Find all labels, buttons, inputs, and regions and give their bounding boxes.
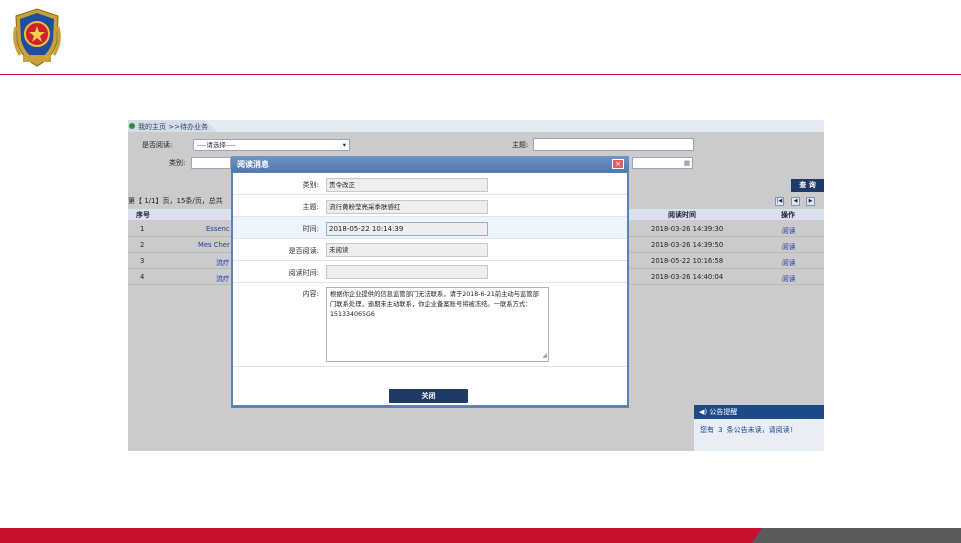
subject-label: 主题: [302, 203, 319, 211]
subject-filter-input[interactable] [533, 138, 694, 151]
content-text: 根据你企业提供的信息监管部门无法联系，请于2018-6-21前主动与监管部门联系… [330, 291, 539, 318]
prev-page-icon[interactable]: ◀ [791, 197, 800, 206]
row-read-link[interactable]: 阅读 [782, 273, 796, 283]
subject-value: 流行黄粉莹亮采季肤感红 [326, 200, 488, 214]
dialog-title-bar: 阅读消息 × [231, 156, 629, 172]
row-read-time: 2018-03-26 14:39:50 [651, 241, 724, 249]
row-index: 4 [140, 273, 145, 281]
row-read-link[interactable]: 阅读 [782, 241, 796, 251]
read-status-label: 是否阅读: [288, 247, 319, 255]
field-row-content: 内容: 根据你企业提供的信息监管部门无法联系，请于2018-6-21前主动与监管… [233, 283, 627, 367]
read-message-dialog: 阅读消息 × 类别: 责令改正 主题: 流行黄粉莹亮采季肤感红 时间: 2018… [231, 156, 629, 408]
category-filter-input[interactable] [191, 157, 231, 169]
speaker-icon: ◀) [699, 408, 708, 416]
field-row-time: 时间: 2018-05-22 10:14:39 [233, 217, 627, 239]
breadcrumb[interactable]: 我的主页 >>待办业务 [138, 122, 208, 132]
read-filter-label: 是否阅读: [142, 141, 173, 149]
breadcrumb-bar: 我的主页 >>待办业务 [128, 120, 824, 132]
notice-header: ◀) 公告提醒 [694, 405, 824, 419]
read-time-label: 阅读时间: [288, 269, 319, 277]
first-page-icon[interactable]: |◀ [775, 197, 784, 206]
row-read-link[interactable]: 阅读 [782, 225, 796, 235]
read-filter-value: ----请选择---- [197, 141, 236, 149]
col-action: 操作 [781, 211, 795, 219]
row-read-time: 2018-03-26 14:40:04 [651, 273, 724, 281]
field-row-read-time: 阅读时间: [233, 261, 627, 283]
subject-filter-label: 主题: [512, 141, 529, 149]
field-row-subject: 主题: 流行黄粉莹亮采季肤感红 [233, 195, 627, 217]
filter-picker-input[interactable]: ▦ [632, 157, 693, 169]
row-read-time: 2018-03-26 14:39:30 [651, 225, 724, 233]
notice-popup: ◀) 公告提醒 您有 3 条公告未读，请阅读! [694, 405, 824, 451]
row-read-link[interactable]: 阅读 [782, 257, 796, 267]
next-page-icon[interactable]: ▶ [806, 197, 815, 206]
row-index: 3 [140, 257, 145, 265]
footer-accent [752, 528, 961, 543]
category-label: 类别: [302, 181, 319, 189]
row-index: 2 [140, 241, 145, 249]
row-read-time: 2018-05-22 10:16:58 [651, 257, 724, 265]
home-icon [129, 123, 135, 129]
col-read-time: 阅读时间 [668, 211, 696, 219]
notice-message[interactable]: 您有 3 条公告未读，请阅读! [694, 419, 824, 451]
row-subject-link[interactable]: Essenc [206, 225, 230, 233]
read-time-value [326, 265, 488, 279]
page-info: 第【 1/1】页，15条/页，总共 [128, 197, 223, 205]
resize-handle-icon[interactable]: ◢ [542, 351, 547, 361]
category-value: 责令改正 [326, 178, 488, 192]
row-subject-link[interactable]: 流疗 [216, 273, 230, 283]
close-button[interactable]: 关闭 [389, 389, 468, 403]
dialog-title: 阅读消息 [237, 160, 269, 169]
row-subject-link[interactable]: Mes Cher [198, 241, 230, 249]
time-value: 2018-05-22 10:14:39 [326, 222, 488, 236]
chevron-down-icon: ▾ [342, 141, 346, 149]
field-row-read: 是否阅读: 未阅读 [233, 239, 627, 261]
col-index: 序号 [136, 211, 150, 219]
row-index: 1 [140, 225, 145, 233]
field-row-category: 类别: 责令改正 [233, 173, 627, 195]
slide-header [0, 0, 961, 75]
row-subject-link[interactable]: 流疗 [216, 257, 230, 267]
category-filter-label: 类别: [169, 159, 186, 167]
time-label: 时间: [302, 225, 319, 233]
notice-title: 公告提醒 [709, 408, 738, 416]
emblem-icon [13, 8, 61, 67]
dialog-body: 类别: 责令改正 主题: 流行黄粉莹亮采季肤感红 时间: 2018-05-22 … [233, 173, 627, 405]
query-button[interactable]: 查 询 [791, 179, 824, 192]
read-filter-select[interactable]: ----请选择---- ▾ [193, 139, 350, 151]
calendar-icon[interactable]: ▦ [684, 158, 690, 168]
content-label: 内容: [302, 290, 319, 298]
content-textarea[interactable]: 根据你企业提供的信息监管部门无法联系，请于2018-6-21前主动与监管部门联系… [326, 287, 549, 362]
close-icon[interactable]: × [612, 159, 624, 169]
read-status-value: 未阅读 [326, 243, 488, 257]
